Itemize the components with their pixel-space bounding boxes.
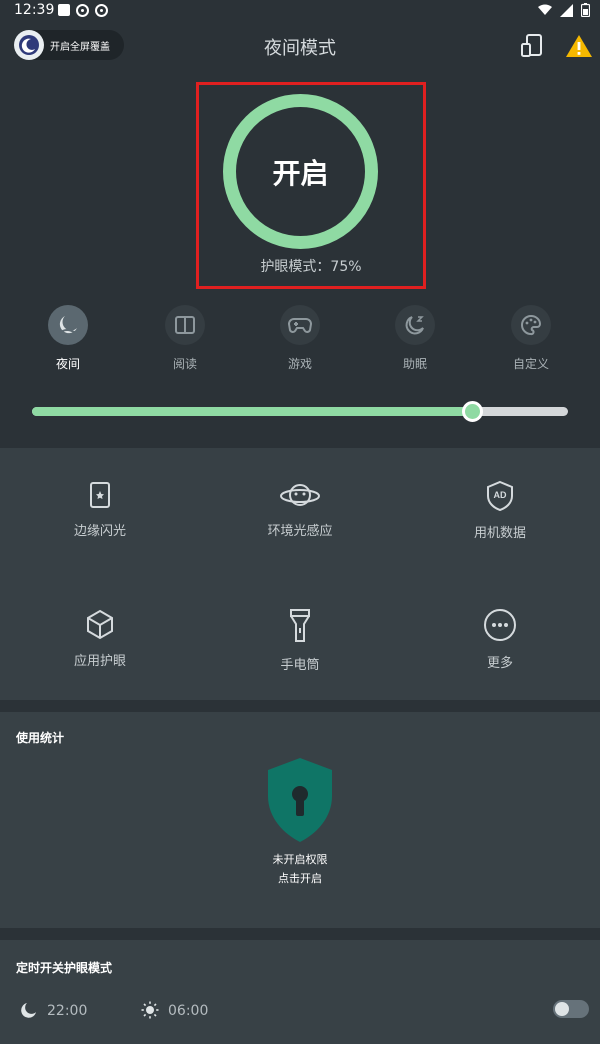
book-icon	[165, 305, 205, 345]
sun-icon	[141, 1001, 159, 1019]
app-notification-icon	[76, 4, 89, 17]
mode-label: 夜间	[55, 357, 80, 371]
svg-text:AD: AD	[494, 490, 507, 500]
sleep-moon-icon	[395, 305, 435, 345]
ad-shield-icon: AD	[487, 480, 513, 512]
permission-prompt[interactable]: 未开启权限 点击开启	[200, 850, 400, 888]
ambient-light-icon	[280, 484, 320, 506]
night-icon	[48, 305, 88, 345]
status-system-icons	[538, 3, 590, 17]
tool-label: 边缘闪光	[73, 524, 126, 539]
tool-edge-flash[interactable]: 边缘闪光	[0, 480, 200, 539]
enable-permission-button[interactable]	[264, 756, 336, 844]
signal-icon	[560, 3, 573, 17]
status-bar: 12:39	[0, 0, 600, 22]
page-title: 夜间模式	[264, 38, 336, 59]
tool-label: 环境光感应	[267, 524, 333, 539]
filter-slider-fill	[32, 407, 472, 416]
tool-label: 更多	[486, 656, 513, 671]
edge-flash-icon	[90, 482, 110, 508]
eye-protection-status: 护眼模式：75%	[260, 259, 362, 275]
tool-ambient-light[interactable]: 环境光感应	[200, 480, 400, 539]
shield-lock-icon	[268, 758, 332, 842]
more-icon	[484, 609, 516, 641]
wifi-icon	[538, 4, 552, 15]
mode-label: 助眠	[402, 357, 427, 371]
mode-label: 阅读	[172, 357, 197, 371]
eye-protection-toggle[interactable]: 开启	[223, 94, 378, 249]
schedule-toggle-knob	[555, 1002, 569, 1016]
schedule-title: 定时开关护眼模式	[16, 961, 113, 975]
mode-sleep[interactable]: 助眠	[375, 305, 455, 372]
tool-more[interactable]: 更多	[400, 608, 600, 671]
tool-label: 用机数据	[473, 526, 526, 541]
schedule-toggle[interactable]	[553, 1000, 589, 1018]
filter-slider-thumb[interactable]	[461, 401, 483, 422]
toggle-label: 开启	[272, 156, 329, 190]
mode-reading[interactable]: 阅读	[145, 305, 225, 372]
schedule-card: 定时开关护眼模式	[0, 940, 600, 1044]
mode-label: 游戏	[287, 357, 312, 371]
warning-button[interactable]	[564, 31, 594, 61]
tool-label: 手电筒	[280, 658, 320, 673]
status-time: 12:39	[14, 2, 55, 18]
usage-stats-card: 使用统计 未开启权限 点击开启	[0, 712, 600, 928]
permission-status-text: 未开启权限	[272, 853, 328, 866]
usage-stats-title: 使用统计	[16, 731, 65, 745]
battery-icon	[581, 3, 590, 17]
schedule-end-time[interactable]: 06:00	[168, 1003, 208, 1019]
mode-custom[interactable]: 自定义	[491, 305, 571, 372]
tool-app-protection[interactable]: 应用护眼	[0, 608, 200, 669]
moon-icon	[21, 1003, 36, 1018]
mode-game[interactable]: 游戏	[260, 305, 340, 372]
cube-icon	[87, 609, 113, 640]
flashlight-icon	[290, 609, 310, 642]
permission-action-text: 点击开启	[278, 872, 322, 885]
tool-label: 应用护眼	[73, 654, 126, 669]
warning-icon	[566, 35, 592, 57]
mode-label: 自定义	[512, 357, 549, 371]
devices-icon	[521, 34, 542, 57]
switch-device-button[interactable]	[517, 31, 547, 61]
status-notification-icons	[58, 4, 108, 17]
schedule-start-time[interactable]: 22:00	[47, 1003, 87, 1019]
gamepad-icon	[280, 305, 320, 345]
tool-usage-data[interactable]: AD 用机数据	[400, 480, 600, 541]
mode-night[interactable]: 夜间	[28, 305, 108, 372]
app-notification-icon	[95, 4, 108, 17]
tools-panel: 边缘闪光 环境光感应 AD 用机数据 应用护眼 手电筒 更多	[0, 448, 600, 700]
tool-flashlight[interactable]: 手电筒	[200, 608, 400, 673]
notification-icon	[58, 4, 70, 16]
palette-icon	[511, 305, 551, 345]
